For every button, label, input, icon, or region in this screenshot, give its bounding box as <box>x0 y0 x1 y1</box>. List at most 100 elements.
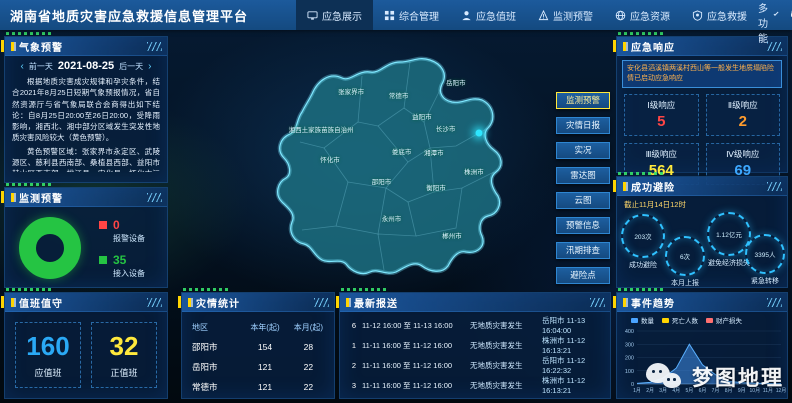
year-count-cell: 121 <box>241 362 289 372</box>
nav-tab-emergency-resources[interactable]: 应急资源 <box>604 0 681 30</box>
accent-bar <box>11 193 14 202</box>
map-button-shelter-points[interactable]: 避险点 <box>556 267 610 284</box>
monitoring-warning-panel: 监测预警 0 报警设备 35 接入设备 <box>4 187 168 288</box>
column-header: 本月(起) <box>289 322 328 333</box>
expected-duty-label: 应值班 <box>34 366 61 379</box>
nav-tab-emergency-rescue[interactable]: 应急救援 <box>681 0 758 30</box>
map-button-monitor-warning[interactable]: 监测预警 <box>556 92 610 109</box>
avoidance-gauges: 203次 成功避险 6次 本月上报 1.12亿元 避免经济损失 3395人 紧急… <box>617 210 787 290</box>
corner-slashes-icon <box>147 193 162 202</box>
chevron-down-icon <box>773 11 778 16</box>
more-functions-menu[interactable]: 更多功能 <box>758 0 777 45</box>
response-alert-marquee[interactable]: 安化县滔溪镇两溪村西山等一般发生地质塌陷险情已启动应急响应 <box>622 60 782 88</box>
legend-marker <box>662 318 669 323</box>
legend-label: 死亡人数 <box>672 315 698 325</box>
svg-text:100: 100 <box>625 369 634 375</box>
donut-legend: 0 报警设备 35 接入设备 <box>99 218 145 279</box>
response-level-2-card: Ⅱ级响应 2 <box>706 94 781 136</box>
map-button-cloud[interactable]: 云图 <box>556 192 610 209</box>
province-map-region[interactable]: 张家界市常德市岳阳市湘西土家族苗族自治州益阳市长沙市娄底市湘潭市怀化市株洲市邵阳… <box>172 30 612 288</box>
globe-icon <box>615 10 626 21</box>
list-item[interactable]: 3 11-11 16:00 至 11-12 16:00 无地质灾害发生 株洲市 … <box>346 376 604 394</box>
grid-icon <box>384 10 395 21</box>
report-location-time: 株洲市 11-12 16:13:21 <box>542 335 604 355</box>
report-status: 无地质灾害发生 <box>470 340 542 351</box>
region-cell: 邵阳市 <box>188 341 241 353</box>
nav-tab-label: 监测预警 <box>553 8 593 23</box>
accent-bar <box>11 298 14 307</box>
gauge-label: 成功避险 <box>629 260 657 270</box>
response-level-label: Ⅲ级响应 <box>646 148 677 160</box>
column-header: 地区 <box>188 322 241 333</box>
nav-tab-monitor-warning[interactable]: 监测预警 <box>527 0 604 30</box>
gauge-value: 1.12亿元 <box>716 229 742 239</box>
nav-tab-comprehensive-management[interactable]: 综合管理 <box>373 0 450 30</box>
gauge-value: 3395人 <box>755 249 776 259</box>
report-status: 无地质灾害发生 <box>470 380 542 391</box>
region-cell: 常德市 <box>188 381 241 393</box>
legend-item-deaths[interactable]: 死亡人数 <box>662 315 698 325</box>
list-item[interactable]: 6 11-12 16:00 至 11-13 16:00 无地质灾害发生 岳阳市 … <box>346 316 604 334</box>
report-number: 1 <box>346 341 362 350</box>
response-level-1-card: Ⅰ级响应 5 <box>624 94 699 136</box>
accent-bar <box>11 42 14 51</box>
report-status: 无地质灾害发生 <box>470 360 542 371</box>
successful-avoidance-panel: 成功避险 截止11月14日12时 203次 成功避险 6次 本月上报 1.12亿… <box>616 176 788 288</box>
on-duty-stat: 32 正值班 <box>91 322 157 388</box>
svg-text:200: 200 <box>625 356 634 362</box>
map-button-flood-inspection[interactable]: 汛期排查 <box>556 242 610 259</box>
accent-bar <box>188 298 191 307</box>
table-row: 常德市 121 22 <box>188 377 328 397</box>
response-level-label: Ⅳ级响应 <box>726 148 759 160</box>
table-row: 岳阳市 121 22 <box>188 357 328 377</box>
online-label: 接入设备 <box>113 268 145 279</box>
map-button-disaster-daily[interactable]: 灾情日报 <box>556 117 610 134</box>
hunan-map[interactable] <box>172 30 612 288</box>
legend-online-devices: 35 接入设备 <box>99 253 145 279</box>
corner-slashes-icon <box>767 182 782 191</box>
map-button-radar[interactable]: 雷达图 <box>556 167 610 184</box>
list-item[interactable]: 2 11-11 16:00 至 11-12 16:00 无地质灾害发生 岳阳市 … <box>346 356 604 374</box>
weather-warning-panel: 气象预警 ‹ 前一天 2021-08-25 后一天 › 根据地质灾害成灾规律和孕… <box>4 36 168 183</box>
alarm-count: 0 <box>113 218 120 232</box>
date-navigator: ‹ 前一天 2021-08-25 后一天 › <box>5 60 167 72</box>
legend-marker <box>706 318 713 323</box>
legend-marker <box>631 318 638 323</box>
latest-reports-panel: 最新报送 6 11-12 16:00 至 11-13 16:00 无地质灾害发生… <box>339 292 611 399</box>
report-location-time: 岳阳市 11-12 16:22:32 <box>542 355 604 375</box>
next-arrow-icon[interactable]: › <box>148 61 151 72</box>
on-duty-count: 32 <box>110 331 139 362</box>
nav-tab-label: 综合管理 <box>399 8 439 23</box>
weather-warning-text: 根据地质灾害成灾规律和孕灾条件，结合2021年8月25日短期气象预报情况，省自然… <box>5 72 167 172</box>
legend-item-count[interactable]: 数量 <box>631 315 654 325</box>
legend-item-property-loss[interactable]: 财产损失 <box>706 315 742 325</box>
map-button-live[interactable]: 实况 <box>556 142 610 159</box>
date-value: 2021-08-25 <box>58 60 114 72</box>
alarm-label: 报警设备 <box>113 233 145 244</box>
nav-tab-emergency-duty[interactable]: 应急值班 <box>450 0 527 30</box>
prev-arrow-icon[interactable]: ‹ <box>21 61 24 72</box>
year-count-cell: 121 <box>241 382 289 392</box>
map-button-warning-info[interactable]: 预警信息 <box>556 217 610 234</box>
svg-text:400: 400 <box>625 329 634 335</box>
accent-bar <box>623 42 626 51</box>
nav-tab-emergency-display[interactable]: 应急展示 <box>296 0 373 30</box>
next-day-button[interactable]: 后一天 <box>119 61 143 72</box>
prev-day-button[interactable]: 前一天 <box>29 61 53 72</box>
map-alert-marker[interactable] <box>476 129 483 136</box>
month-count-cell: 22 <box>289 382 328 392</box>
watermark-text: 梦图地理 <box>692 362 784 392</box>
disaster-statistics-table: 地区 本年(起) 本月(起) 邵阳市 154 28 岳阳市 121 22 常德市… <box>182 312 334 402</box>
gauge-monthly-reported: 6次 本月上报 <box>665 236 705 288</box>
table-header-row: 地区 本年(起) 本月(起) <box>188 317 328 337</box>
year-count-cell: 154 <box>241 342 289 352</box>
panel-title: 气象预警 <box>19 39 63 54</box>
device-status-donut-chart <box>19 217 81 279</box>
more-functions-label: 更多功能 <box>758 0 771 45</box>
person-icon <box>461 10 472 21</box>
list-item[interactable]: 1 11-11 16:00 至 11-12 16:00 无地质灾害发生 株洲市 … <box>346 336 604 354</box>
gauge-label: 本月上报 <box>671 278 699 288</box>
report-number: 3 <box>346 381 362 390</box>
report-time-range: 11-12 16:00 至 11-13 16:00 <box>362 320 470 331</box>
expected-duty-count: 160 <box>26 331 69 362</box>
